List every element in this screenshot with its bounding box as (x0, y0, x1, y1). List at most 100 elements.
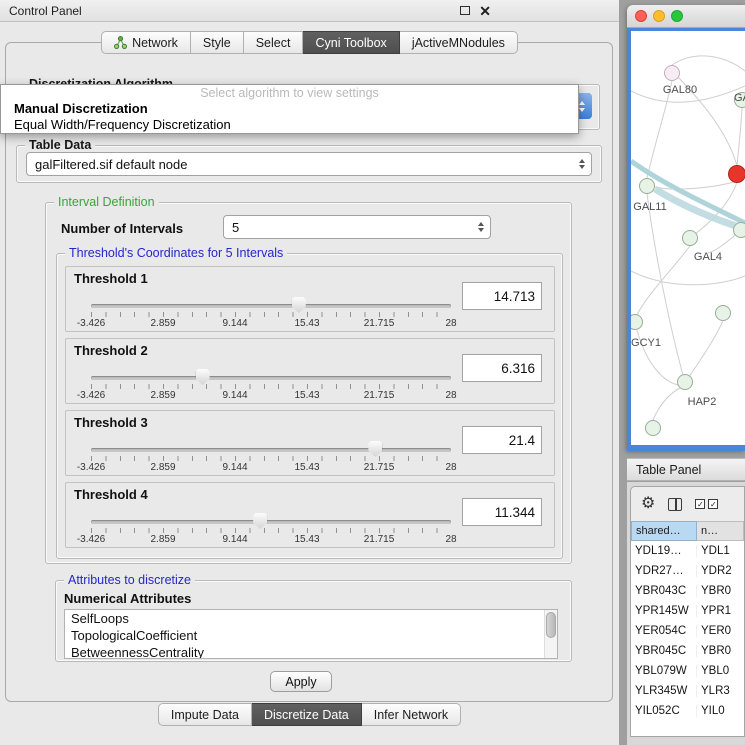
control-panel: Control Panel ✕ Network (0, 0, 619, 745)
cell: YDR27… (631, 565, 697, 577)
threshold-slider: -3.426 2.859 9.144 15.43 21.715 28 (91, 511, 451, 547)
threshold-label: Threshold 4 (74, 487, 148, 502)
list-item[interactable]: BetweennessCentrality (65, 644, 557, 659)
slider-handle[interactable] (196, 369, 210, 385)
tab-network[interactable]: Network (101, 31, 191, 54)
float-window-icon[interactable] (460, 6, 470, 15)
table-row[interactable]: YBL079WYBL0 (631, 661, 744, 681)
table-rows: YDL19…YDL1 YDR27…YDR2 YBR043CYBR0 YPR145… (631, 541, 744, 737)
table-data-group-title: Table Data (25, 138, 95, 152)
list-item[interactable]: TopologicalCoefficient (65, 627, 557, 644)
slider-scale: -3.426 2.859 9.144 15.43 21.715 28 (91, 462, 451, 474)
network-node[interactable] (678, 375, 693, 390)
attributes-list: SelfLoops TopologicalCoefficient Between… (64, 609, 558, 659)
slider-handle[interactable] (253, 513, 267, 529)
header-cell-shared-name[interactable]: shared… (631, 521, 697, 541)
network-edge (672, 56, 745, 71)
threshold-label: Threshold 3 (74, 415, 148, 430)
table-panel-title: Table Panel (636, 463, 701, 477)
scrollbar-thumb[interactable] (546, 612, 556, 638)
network-node[interactable] (640, 179, 655, 194)
table-row[interactable]: YBR043CYBR0 (631, 581, 744, 601)
cell: YBL079W (631, 665, 697, 677)
node-label: GCY1 (631, 337, 661, 349)
tab-cyni-toolbox[interactable]: Cyni Toolbox (303, 31, 399, 54)
scale-label: 15.43 (294, 462, 319, 473)
threshold-value-input[interactable]: 11.344 (462, 498, 542, 526)
network-node-red[interactable] (729, 166, 745, 183)
slider-track[interactable] (91, 376, 451, 380)
checkbox-icon: ✓ (695, 499, 705, 509)
select-columns-icon[interactable]: ✓ ✓ (695, 499, 718, 509)
popup-option-manual-discretization[interactable]: Manual Discretization (1, 101, 578, 117)
tab-label: Infer Network (374, 708, 448, 722)
scale-label: 9.144 (222, 318, 247, 329)
threshold-panel: Threshold 2 -3.426 2.859 9.144 15.43 21.… (65, 338, 555, 404)
scale-label: 21.715 (364, 318, 395, 329)
interval-group-title: Interval Definition (54, 195, 159, 209)
cell: YPR1 (697, 605, 744, 617)
tab-discretize-data[interactable]: Discretize Data (252, 703, 362, 726)
intervals-combobox[interactable]: 5 (223, 215, 491, 239)
close-traffic-light[interactable] (635, 10, 647, 22)
network-node[interactable] (631, 315, 643, 330)
scrollbar[interactable] (544, 610, 557, 658)
cell: YBR045C (631, 645, 697, 657)
threshold-value-input[interactable]: 14.713 (462, 282, 542, 310)
columns-icon[interactable] (668, 498, 682, 511)
slider-handle[interactable] (368, 441, 382, 457)
threshold-value-input[interactable]: 21.4 (462, 426, 542, 454)
scale-label: 28 (445, 390, 456, 401)
tab-jactivemnodules[interactable]: jActiveMNodules (400, 31, 518, 54)
scale-label: 9.144 (222, 462, 247, 473)
table-row[interactable]: YDR27…YDR2 (631, 561, 744, 581)
tab-style[interactable]: Style (191, 31, 244, 54)
scale-label: -3.426 (77, 462, 105, 473)
zoom-traffic-light[interactable] (671, 10, 683, 22)
table-row[interactable]: YBR045CYBR0 (631, 641, 744, 661)
scale-label: 9.144 (222, 390, 247, 401)
node-label: GAL11 (633, 201, 666, 213)
threshold-slider: -3.426 2.859 9.144 15.43 21.715 28 (91, 367, 451, 403)
tab-impute-data[interactable]: Impute Data (158, 703, 252, 726)
network-node[interactable] (646, 421, 661, 436)
scale-label: -3.426 (77, 534, 105, 545)
table-row[interactable]: YIL052CYIL0 (631, 701, 744, 721)
cell: YER0 (697, 625, 744, 637)
network-graph: GAL80 GA GAL11 GAL4 GCY1 HAP2 (631, 31, 745, 445)
gear-icon[interactable]: ⚙ (641, 496, 655, 512)
slider-track[interactable] (91, 520, 451, 524)
minimize-traffic-light[interactable] (653, 10, 665, 22)
cell: YPR145W (631, 605, 697, 617)
threshold-value-input[interactable]: 6.316 (462, 354, 542, 382)
popup-option-equal-width-frequency[interactable]: Equal Width/Frequency Discretization (1, 117, 578, 133)
network-view-frame: GAL80 GA GAL11 GAL4 GCY1 HAP2 (627, 28, 745, 451)
network-edge (653, 387, 682, 420)
header-cell-name[interactable]: n… (697, 521, 744, 541)
network-edge (689, 321, 723, 377)
table-data-combobox[interactable]: galFiltered.sif default node (26, 152, 592, 176)
slider-handle[interactable] (292, 297, 306, 313)
network-node[interactable] (716, 306, 731, 321)
slider-scale: -3.426 2.859 9.144 15.43 21.715 28 (91, 534, 451, 546)
slider-track[interactable] (91, 448, 451, 452)
algorithm-dropdown-popup: Select algorithm to view settings Manual… (0, 84, 579, 134)
close-window-icon[interactable]: ✕ (479, 4, 491, 18)
network-node[interactable] (683, 231, 698, 246)
table-row[interactable]: YPR145WYPR1 (631, 601, 744, 621)
slider-ticks (91, 312, 451, 317)
tab-infer-network[interactable]: Infer Network (362, 703, 461, 726)
table-row[interactable]: YLR345WYLR3 (631, 681, 744, 701)
scale-label: 2.859 (150, 462, 175, 473)
network-node[interactable] (734, 223, 745, 238)
apply-button[interactable]: Apply (270, 671, 332, 692)
network-canvas[interactable]: GAL80 GA GAL11 GAL4 GCY1 HAP2 (631, 31, 745, 445)
table-row[interactable]: YER054CYER0 (631, 621, 744, 641)
cell: YDL1 (697, 545, 744, 557)
list-item[interactable]: SelfLoops (65, 610, 557, 627)
slider-track[interactable] (91, 304, 451, 308)
scale-label: 2.859 (150, 534, 175, 545)
tab-select[interactable]: Select (244, 31, 304, 54)
table-row[interactable]: YDL19…YDL1 (631, 541, 744, 561)
network-node[interactable] (665, 66, 680, 81)
